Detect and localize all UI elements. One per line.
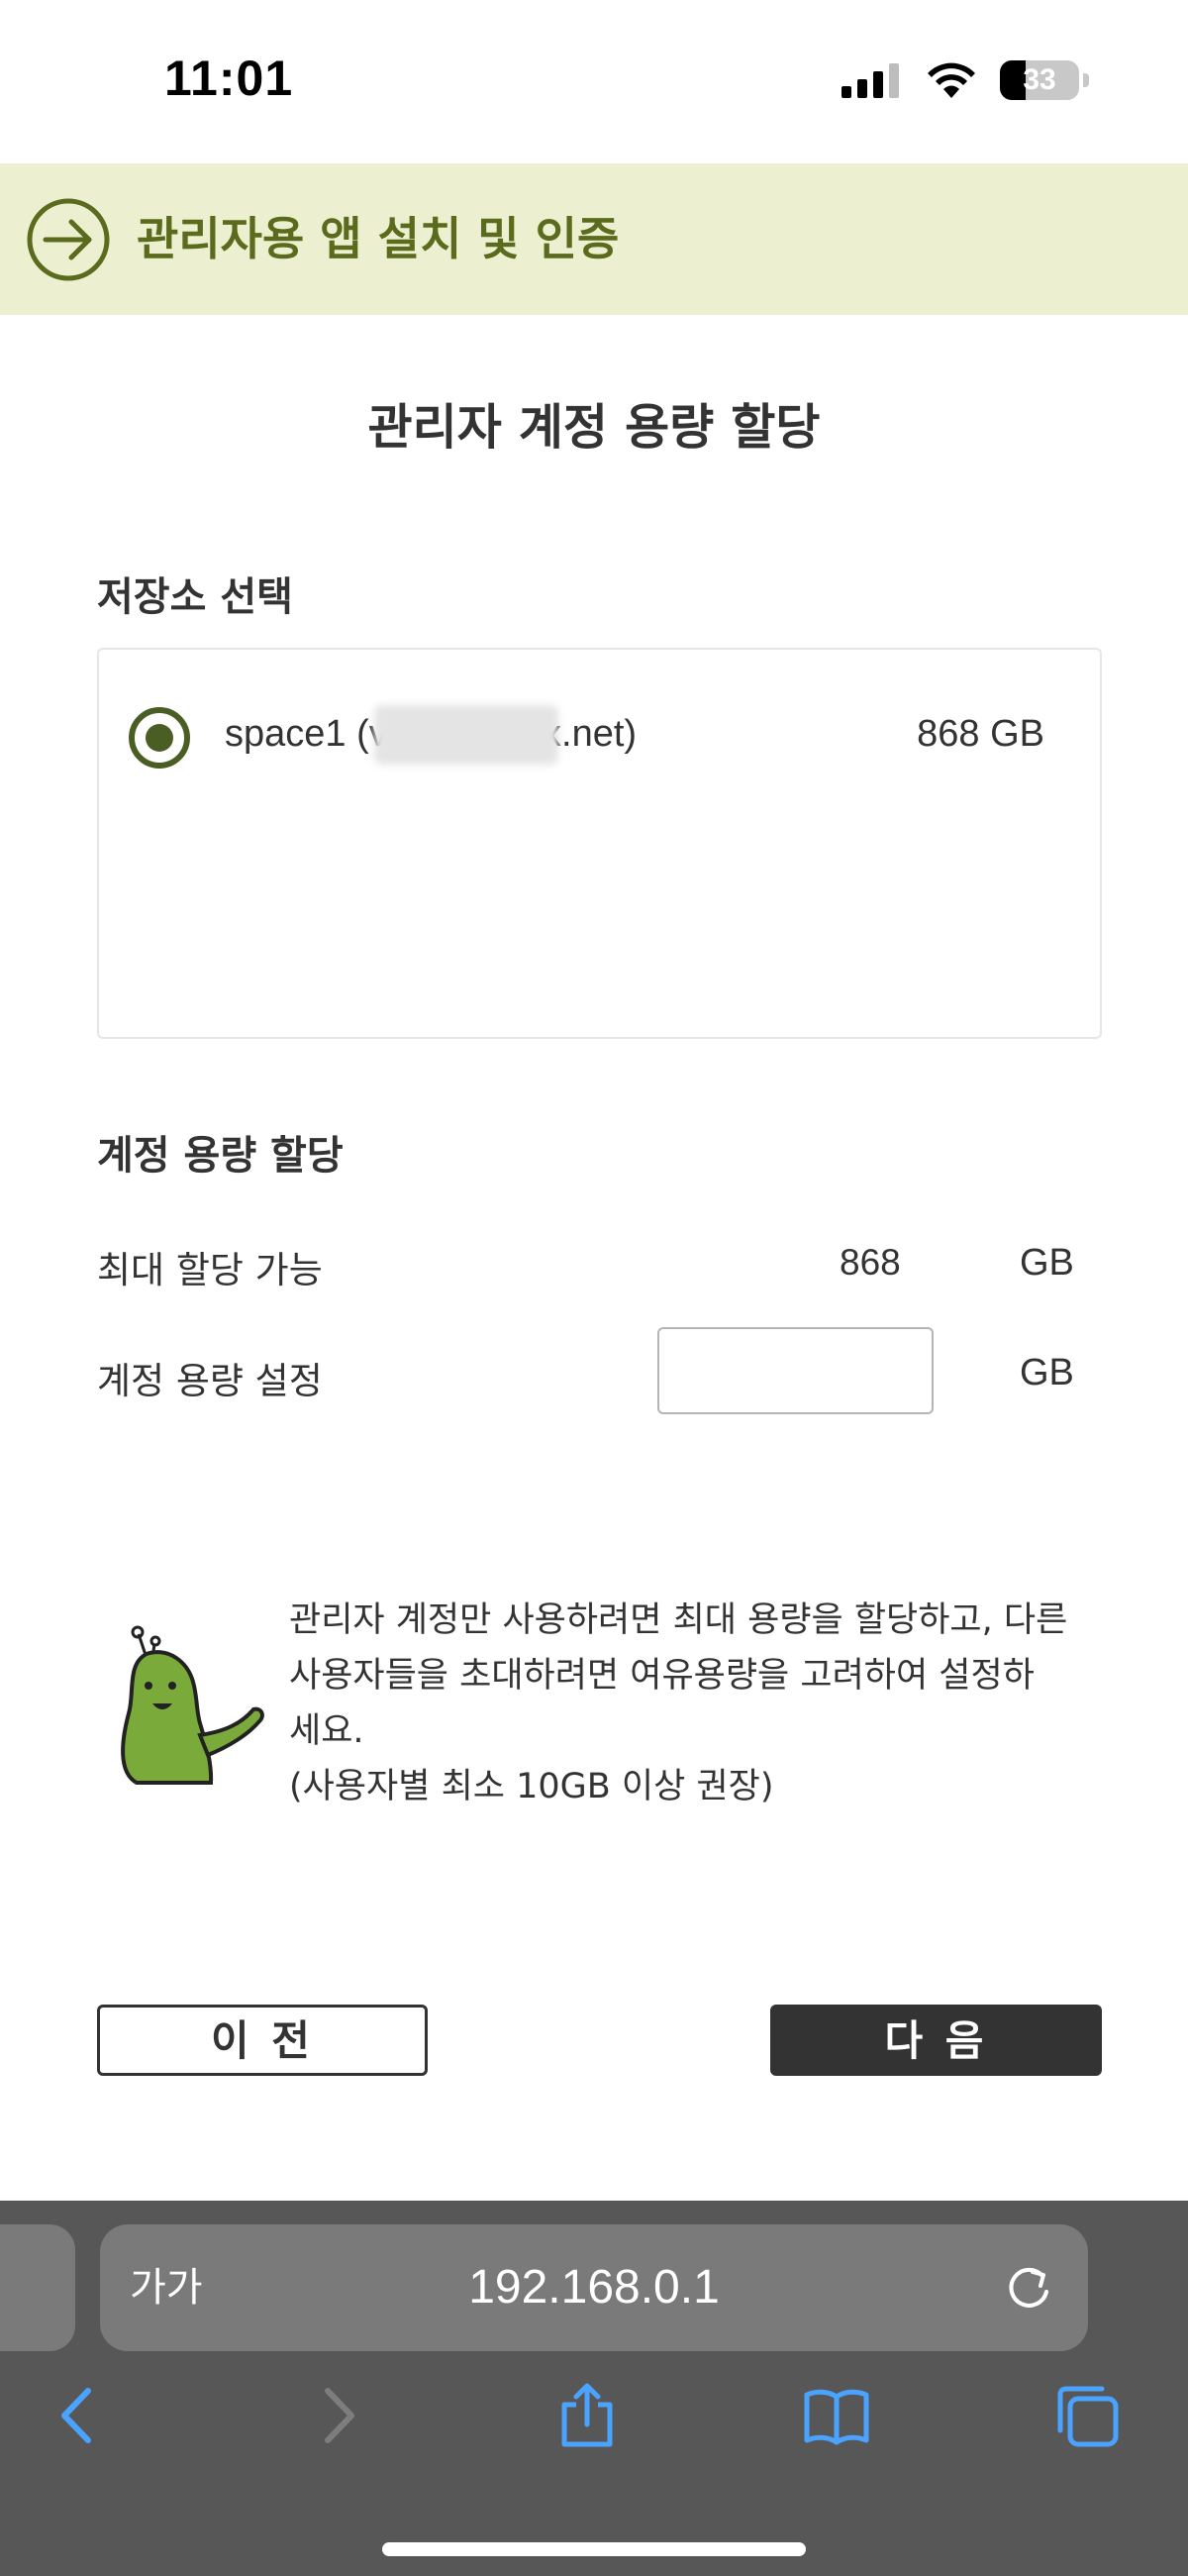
wifi-icon	[928, 62, 975, 98]
step-banner: 관리자용 앱 설치 및 인증	[0, 163, 1188, 315]
next-button[interactable]: 다 음	[770, 2005, 1102, 2076]
battery-icon: 33	[1000, 60, 1079, 100]
bookmarks-icon[interactable]	[802, 2381, 871, 2450]
capacity-section-label: 계정 용량 할당	[97, 1133, 344, 1179]
info-line: (사용자별 최소 10GB 이상 권장)	[289, 1767, 774, 1806]
max-capacity-unit: GB	[1020, 1242, 1074, 1284]
forward-icon	[325, 2388, 354, 2443]
info-line: 세요.	[289, 1711, 364, 1751]
arrow-right-circle-icon	[27, 198, 110, 281]
max-capacity-label: 최대 할당 가능	[97, 1249, 323, 1291]
banner-title: 관리자용 앱 설치 및 인증	[137, 212, 620, 265]
max-capacity-value: 868	[840, 1242, 901, 1283]
redacted-text	[374, 705, 558, 765]
page-title: 관리자 계정 용량 할당	[367, 399, 821, 456]
status-bar: 11:01 33	[0, 0, 1188, 163]
info-line: 사용자들을 초대하려면 여유용량을 고려하여 설정하	[289, 1656, 1035, 1696]
status-icons: 33	[842, 57, 1089, 103]
url-text[interactable]: 192.168.0.1	[100, 2224, 1088, 2351]
tabs-icon[interactable]	[1052, 2381, 1122, 2450]
storage-section-label: 저장소 선택	[97, 574, 293, 620]
capacity-input[interactable]	[657, 1327, 934, 1414]
info-line: 관리자 계정만 사용하려면 최대 용량을 할당하고, 다른	[289, 1600, 1068, 1640]
status-time: 11:01	[164, 51, 294, 106]
battery-tip	[1083, 73, 1089, 87]
back-icon[interactable]	[45, 2381, 114, 2450]
set-capacity-unit: GB	[1020, 1352, 1074, 1393]
previous-tab-edge[interactable]	[0, 2224, 75, 2351]
storage-list: space1 (v s.acrobox.net) 868 GB	[97, 648, 1102, 1039]
signal-icon	[842, 63, 899, 98]
home-indicator[interactable]	[382, 2542, 806, 2556]
pear-mascot-icon	[121, 1625, 264, 1785]
address-bar[interactable]: 가가 192.168.0.1	[100, 2224, 1088, 2351]
radio-selected-dot	[146, 724, 173, 752]
info-text: 관리자 계정만 사용하려면 최대 용량을 할당하고, 다른 사용자들을 초대하려…	[289, 1593, 1111, 1814]
prev-button[interactable]: 이 전	[97, 2005, 428, 2076]
reload-icon[interactable]	[1003, 2262, 1054, 2314]
browser-toolbar: 가가 192.168.0.1	[0, 2201, 1188, 2576]
storage-radio[interactable]	[129, 707, 190, 769]
share-icon[interactable]	[552, 2381, 622, 2450]
battery-level: 33	[1023, 63, 1056, 96]
set-capacity-label: 계정 용량 설정	[97, 1360, 323, 1402]
storage-size: 868 GB	[917, 713, 1044, 755]
